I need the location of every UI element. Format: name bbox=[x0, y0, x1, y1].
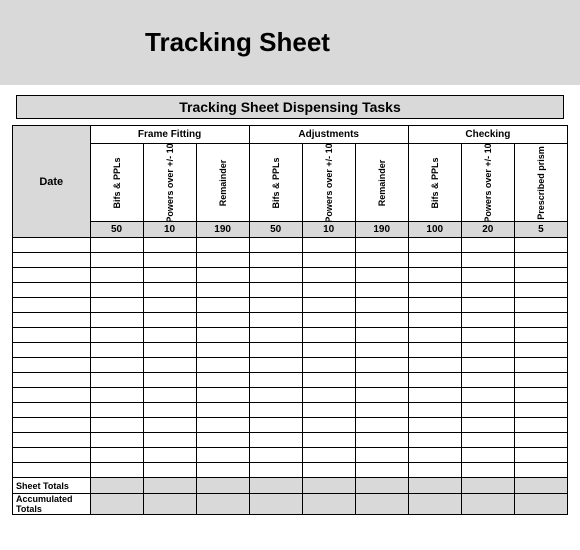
target-cell: 10 bbox=[302, 222, 355, 238]
target-row: 50 10 190 50 10 190 100 20 5 bbox=[13, 222, 568, 238]
target-cell: 50 bbox=[90, 222, 143, 238]
table-row bbox=[13, 418, 568, 433]
table-row bbox=[13, 358, 568, 373]
table-row bbox=[13, 328, 568, 343]
table-row bbox=[13, 463, 568, 478]
target-cell: 190 bbox=[196, 222, 249, 238]
task-header: Powers over +/- 10 bbox=[302, 144, 355, 222]
group-header: Adjustments bbox=[249, 126, 408, 144]
tracking-table: Date Frame Fitting Adjustments Checking … bbox=[12, 125, 568, 515]
table-row bbox=[13, 313, 568, 328]
table-row bbox=[13, 373, 568, 388]
subtitle-bar: Tracking Sheet Dispensing Tasks bbox=[16, 95, 564, 119]
table-row bbox=[13, 388, 568, 403]
sheet-area: Tracking Sheet Dispensing Tasks Date Fra… bbox=[0, 85, 580, 515]
group-header: Checking bbox=[408, 126, 567, 144]
target-cell: 20 bbox=[461, 222, 514, 238]
task-header: Remainder bbox=[355, 144, 408, 222]
table-row bbox=[13, 298, 568, 313]
target-cell: 10 bbox=[143, 222, 196, 238]
target-cell: 50 bbox=[249, 222, 302, 238]
group-header-row: Date Frame Fitting Adjustments Checking bbox=[13, 126, 568, 144]
target-cell: 100 bbox=[408, 222, 461, 238]
accumulated-totals-row: Accumulated Totals bbox=[13, 494, 568, 515]
group-header: Frame Fitting bbox=[90, 126, 249, 144]
accumulated-totals-label: Accumulated Totals bbox=[13, 494, 91, 515]
table-row bbox=[13, 283, 568, 298]
task-label-row: Bifs & PPLs Powers over +/- 10 Remainder… bbox=[13, 144, 568, 222]
task-header: Remainder bbox=[196, 144, 249, 222]
date-header: Date bbox=[13, 126, 91, 238]
task-header: Prescribed prism bbox=[514, 144, 567, 222]
target-cell: 5 bbox=[514, 222, 567, 238]
header-band: Tracking Sheet bbox=[0, 0, 580, 85]
sheet-totals-label: Sheet Totals bbox=[13, 478, 91, 494]
target-cell: 190 bbox=[355, 222, 408, 238]
task-header: Bifs & PPLs bbox=[249, 144, 302, 222]
task-header: Powers over +/- 10 bbox=[461, 144, 514, 222]
task-header: Bifs & PPLs bbox=[408, 144, 461, 222]
task-header: Powers over +/- 10 bbox=[143, 144, 196, 222]
sheet-totals-row: Sheet Totals bbox=[13, 478, 568, 494]
table-row bbox=[13, 343, 568, 358]
task-header: Bifs & PPLs bbox=[90, 144, 143, 222]
table-row bbox=[13, 253, 568, 268]
table-row bbox=[13, 433, 568, 448]
page-title: Tracking Sheet bbox=[145, 27, 330, 58]
table-row bbox=[13, 238, 568, 253]
table-row bbox=[13, 268, 568, 283]
table-row bbox=[13, 403, 568, 418]
table-row bbox=[13, 448, 568, 463]
